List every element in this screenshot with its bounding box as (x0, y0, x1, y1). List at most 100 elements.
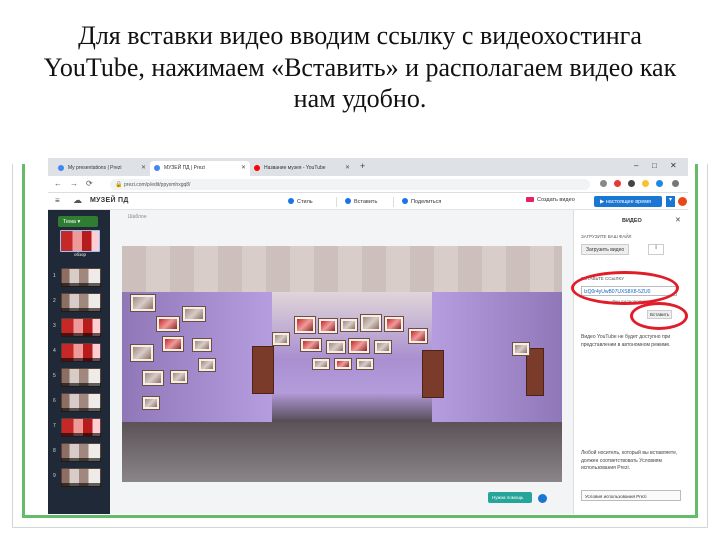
slides-sidebar: Тема ▾ обзор 1 2 3 4 5 6 7 8 9 (48, 210, 110, 514)
sidebar-slide-item[interactable]: 5 (48, 366, 110, 388)
panorama-ceiling (122, 246, 562, 292)
new-tab-button[interactable]: + (360, 161, 365, 171)
share-icon (402, 198, 408, 204)
hamburger-menu-icon[interactable]: ≡ (55, 196, 60, 205)
browser-tab-presentations[interactable]: My presentations | Prezi ✕ (54, 161, 150, 176)
close-tab-icon[interactable]: ✕ (141, 164, 146, 171)
exhibit-frame[interactable] (384, 316, 404, 332)
tab-label: My presentations | Prezi (68, 165, 122, 171)
slide-number: 5 (53, 373, 56, 379)
close-tab-icon[interactable]: ✕ (345, 164, 350, 171)
close-tab-icon[interactable]: ✕ (241, 164, 246, 171)
exhibit-frame[interactable] (156, 316, 180, 332)
insert-label: Вставить (354, 199, 378, 205)
exhibit-frame[interactable] (340, 318, 358, 332)
exhibit-frame[interactable] (408, 328, 428, 344)
exhibit-frame[interactable] (300, 338, 322, 352)
help-button[interactable]: Нужна помощь (488, 492, 532, 503)
exhibit-frame[interactable] (312, 358, 330, 370)
close-icon[interactable]: ✕ (675, 216, 681, 224)
museum-panorama-image[interactable] (122, 246, 562, 482)
reload-icon[interactable]: ⟳ (86, 179, 93, 188)
exhibit-frame[interactable] (130, 344, 154, 362)
sidebar-slide-item[interactable]: 1 (48, 266, 110, 288)
upload-video-button[interactable]: Загрузить видео (581, 244, 629, 255)
extension-icon[interactable] (614, 180, 621, 187)
exhibit-frame[interactable] (192, 338, 212, 352)
exhibit-frame[interactable] (142, 370, 164, 386)
slide-number: 4 (53, 348, 56, 354)
sidebar-slide-item[interactable]: 8 (48, 441, 110, 463)
forward-arrow-icon[interactable]: → (70, 179, 78, 188)
share-button[interactable]: Поделиться (402, 198, 441, 205)
exhibit-frame[interactable] (356, 358, 374, 370)
exhibit-frame[interactable] (334, 358, 352, 370)
sidebar-slide-item[interactable]: 6 (48, 391, 110, 413)
exhibit-frame[interactable] (170, 370, 188, 384)
extension-icon[interactable] (642, 180, 649, 187)
canvas-tab-label: Шаблон (128, 214, 147, 220)
upload-section-label: ЗАГРУЗИТЕ ВАШ ФАЙЛ (581, 234, 632, 239)
extension-icon[interactable] (600, 180, 607, 187)
slide-caption (61, 283, 101, 287)
exhibit-frame[interactable] (130, 294, 156, 312)
browser-tab-museum[interactable]: МУЗЕЙ ПД | Prezi ✕ (150, 161, 250, 176)
exhibit-frame[interactable] (360, 314, 382, 332)
browser-address-bar: ← → ⟳ 🔒 prezi.com/p/edit/ppyxmhxgq8/ (48, 176, 688, 193)
browser-menu-icon[interactable] (672, 180, 679, 187)
slide-caption (61, 308, 101, 312)
sidebar-slide-item[interactable]: 9 (48, 466, 110, 488)
exhibit-frame[interactable] (272, 332, 290, 346)
present-options-button[interactable]: ▾ (666, 196, 675, 207)
exhibit-frame[interactable] (318, 318, 338, 334)
cloud-save-icon: ☁ (73, 195, 82, 205)
exhibit-frame[interactable] (348, 338, 370, 354)
prezi-toolbar: ≡ ☁ МУЗЕЙ ПД Стиль Вставить Поделиться С… (48, 193, 688, 210)
exhibit-frame[interactable] (142, 396, 160, 410)
sidebar-overview-item[interactable]: обзор (56, 230, 102, 258)
info-button[interactable]: i (648, 244, 664, 255)
present-button[interactable]: ▶ настоящее время (594, 196, 662, 207)
back-arrow-icon[interactable]: ← (54, 179, 62, 188)
close-window-button[interactable]: ✕ (670, 161, 677, 170)
sidebar-slide-item[interactable]: 7 (48, 416, 110, 438)
slide-number: 1 (53, 273, 56, 279)
exhibit-frame[interactable] (374, 340, 392, 354)
sidebar-slide-item[interactable]: 2 (48, 291, 110, 313)
sidebar-slide-item[interactable]: 3 (48, 316, 110, 338)
slide-number: 8 (53, 448, 56, 454)
slide-caption (61, 433, 101, 437)
chat-icon[interactable] (538, 494, 547, 503)
insert-button[interactable]: Вставить (345, 198, 377, 205)
panel-title: ВИДЕО (622, 218, 642, 224)
create-video-button[interactable]: Создать видео (526, 197, 575, 203)
url-input[interactable]: 🔒 prezi.com/p/edit/ppyxmhxgq8/ (110, 179, 590, 190)
browser-tabstrip: My presentations | Prezi ✕ МУЗЕЙ ПД | Pr… (48, 158, 688, 176)
exhibit-frame[interactable] (198, 358, 216, 372)
exhibit-frame[interactable] (182, 306, 206, 322)
exhibit-frame[interactable] (326, 340, 346, 354)
create-video-label: Создать видео (537, 197, 575, 203)
minimize-button[interactable]: – (634, 161, 638, 170)
prezi-canvas[interactable]: Шаблон Нужна помощь (110, 210, 573, 514)
exhibit-frame[interactable] (162, 336, 184, 352)
slide-number: 7 (53, 423, 56, 429)
slide-caption (61, 383, 101, 387)
extension-icon[interactable] (656, 180, 663, 187)
style-button[interactable]: Стиль (288, 198, 313, 205)
maximize-button[interactable]: □ (652, 161, 657, 170)
browser-tab-youtube[interactable]: Название музея - YouTube ✕ (250, 161, 354, 176)
tab-label: Название музея - YouTube (264, 165, 326, 171)
terms-button[interactable]: Условия использования Prezi (581, 490, 681, 501)
slide-caption (61, 333, 101, 337)
slide-number: 6 (53, 398, 56, 404)
avatar[interactable] (678, 197, 687, 206)
exhibit-frame[interactable] (512, 342, 530, 356)
exhibit-frame[interactable] (294, 316, 316, 334)
sidebar-slide-item[interactable]: 4 (48, 341, 110, 363)
document-name[interactable]: МУЗЕЙ ПД (90, 197, 129, 204)
overview-label: обзор (74, 252, 86, 257)
theme-button[interactable]: Тема ▾ (58, 216, 98, 227)
insert-highlight-ellipse (630, 302, 688, 330)
extension-icon[interactable] (628, 180, 635, 187)
